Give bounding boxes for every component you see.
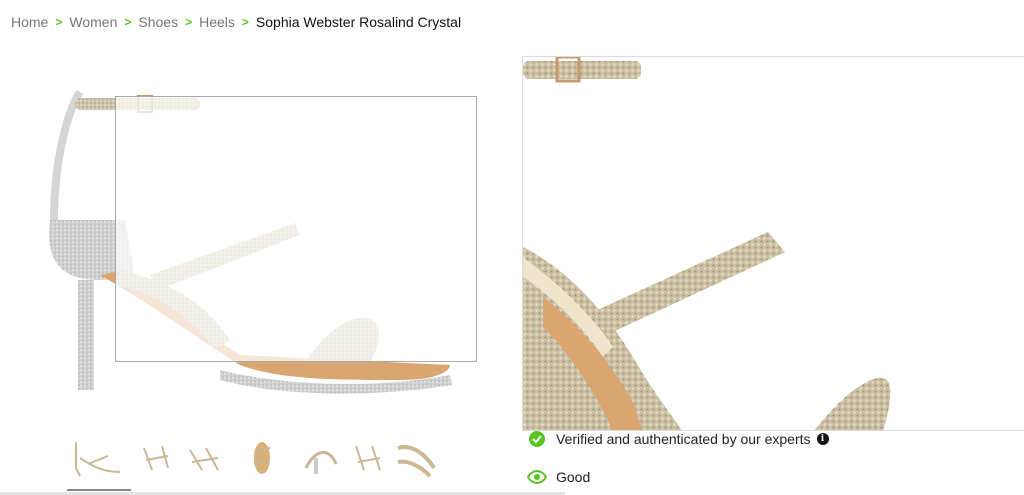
sandal-thumb xyxy=(189,447,219,471)
thumbnail-strip xyxy=(66,436,438,480)
sandal-thumb xyxy=(304,451,338,474)
chevron-right-icon: > xyxy=(124,15,132,29)
thumbnail-sole-top[interactable] xyxy=(230,436,294,480)
feature-verified: Verified and authenticated by our expert… xyxy=(526,431,1024,458)
thumbnail-pair-back[interactable] xyxy=(346,436,390,480)
feature-verified-text: Verified and authenticated by our expert… xyxy=(556,431,811,447)
zoom-preview-panel xyxy=(522,56,1024,431)
chevron-right-icon: > xyxy=(241,15,249,29)
breadcrumb-home[interactable]: Home xyxy=(11,14,48,30)
thumbnail-pair-front[interactable] xyxy=(134,436,178,480)
sandal-thumb xyxy=(355,445,381,471)
breadcrumb-current: Sophia Webster Rosalind Crystal xyxy=(255,14,462,30)
thumbnail-side-view[interactable] xyxy=(66,436,130,480)
chevron-right-icon: > xyxy=(55,15,63,29)
thumbnail-heel-detail[interactable] xyxy=(298,436,342,480)
sandal-thumb xyxy=(397,445,436,478)
sandal-thumb xyxy=(253,442,271,474)
thumbnail-pair-angled[interactable] xyxy=(182,436,226,480)
feature-condition: Good xyxy=(526,458,1024,495)
breadcrumb-women[interactable]: Women xyxy=(69,14,117,30)
info-icon[interactable]: i xyxy=(816,433,829,445)
breadcrumb: Home > Women > Shoes > Heels > Sophia We… xyxy=(11,14,461,30)
sandal-thumb xyxy=(143,445,169,471)
sandal-thumb xyxy=(75,442,121,477)
zoomed-sandal-illustration xyxy=(523,57,891,430)
thumbnail-closeup-strap[interactable] xyxy=(394,436,438,480)
chevron-right-icon: > xyxy=(185,15,193,29)
breadcrumb-heels[interactable]: Heels xyxy=(199,14,235,30)
check-circle-icon xyxy=(526,431,548,450)
features-list: Verified and authenticated by our expert… xyxy=(522,431,1024,495)
breadcrumb-shoes[interactable]: Shoes xyxy=(138,14,178,30)
eye-icon xyxy=(526,466,548,488)
zoom-lens[interactable] xyxy=(115,96,477,362)
thumbnail-active-indicator xyxy=(67,489,131,491)
feature-condition-text: Good xyxy=(556,469,591,485)
